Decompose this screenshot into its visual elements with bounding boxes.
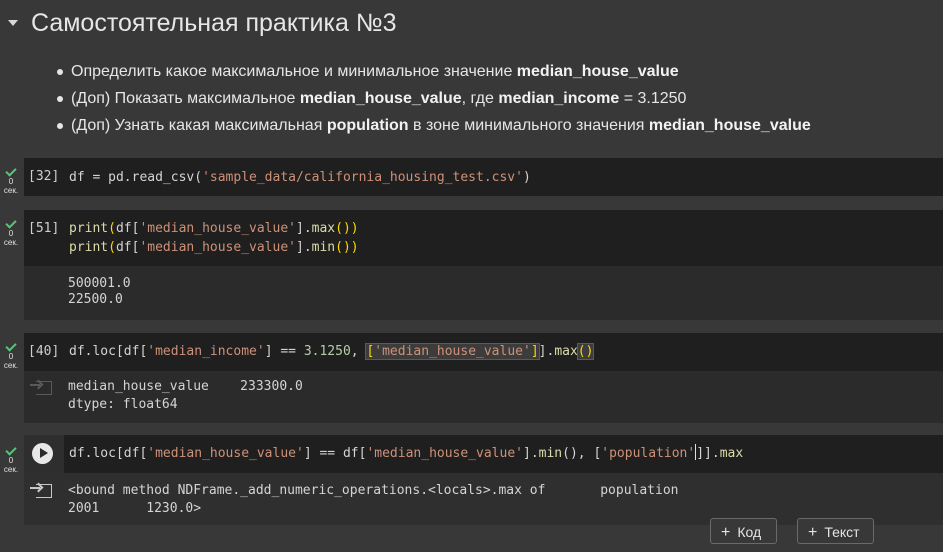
output-line: <bound method NDFrame._add_numeric_opera… [68,483,679,498]
cell-status: 0 сек. [0,444,22,474]
output-icon[interactable] [30,482,52,498]
check-icon [5,444,17,456]
cell-status: 0 сек. [0,217,22,247]
task-item: (Доп) Узнать какая максимальная populati… [55,112,811,139]
output-line: median_house_value 233300.0 [68,379,303,394]
execution-count: [40] [28,344,60,359]
check-icon [5,217,17,229]
code-cell-active[interactable]: df.loc[df['median_house_value'] == df['m… [64,435,943,473]
cell-output: 500001.0 22500.0 [24,266,943,320]
code-line[interactable]: print(df['median_house_value'].min()) [69,238,359,257]
output-icon[interactable] [30,379,52,395]
execution-count: [32] [28,169,60,184]
cell-status: 0 сек. [0,165,22,195]
cell-output: median_house_value 233300.0 dtype: float… [24,371,943,423]
section-title: Самостоятельная практика №3 [31,9,397,37]
code-cell[interactable]: [32] df = pd.read_csv('sample_data/calif… [24,158,943,196]
check-icon [5,340,17,352]
output-line: 22500.0 [68,292,123,307]
collapse-caret-icon[interactable] [8,20,18,26]
section-heading: Самостоятельная практика №3 [0,0,943,48]
code-line[interactable]: df.loc[df['median_house_value'] == df['m… [69,444,743,463]
output-line: 2001 1230.0> [68,501,202,516]
cell-status: 0 сек. [0,340,22,370]
execution-count: [51] [28,221,60,236]
task-item: (Доп) Показать максимальное median_house… [55,85,811,112]
code-cell[interactable]: [40] df.loc[df['median_income'] == 3.125… [24,333,943,371]
code-line[interactable]: df = pd.read_csv('sample_data/california… [69,168,531,187]
add-code-button[interactable]: + Код [710,518,777,544]
plus-icon: + [721,524,731,541]
code-line[interactable]: print(df['median_house_value'].max()) [69,219,359,238]
run-cell-button[interactable] [32,443,53,464]
task-item: Определить какое максимальное и минималь… [55,58,811,85]
plus-icon: + [808,524,818,541]
check-icon [5,165,17,177]
output-line: dtype: float64 [68,397,178,412]
code-cell[interactable]: [51] print(df['median_house_value'].max(… [24,210,943,266]
task-list: Определить какое максимальное и минималь… [55,58,811,139]
add-text-button[interactable]: + Текст [797,518,874,544]
code-line[interactable]: df.loc[df['median_income'] == 3.1250, ['… [69,342,595,361]
